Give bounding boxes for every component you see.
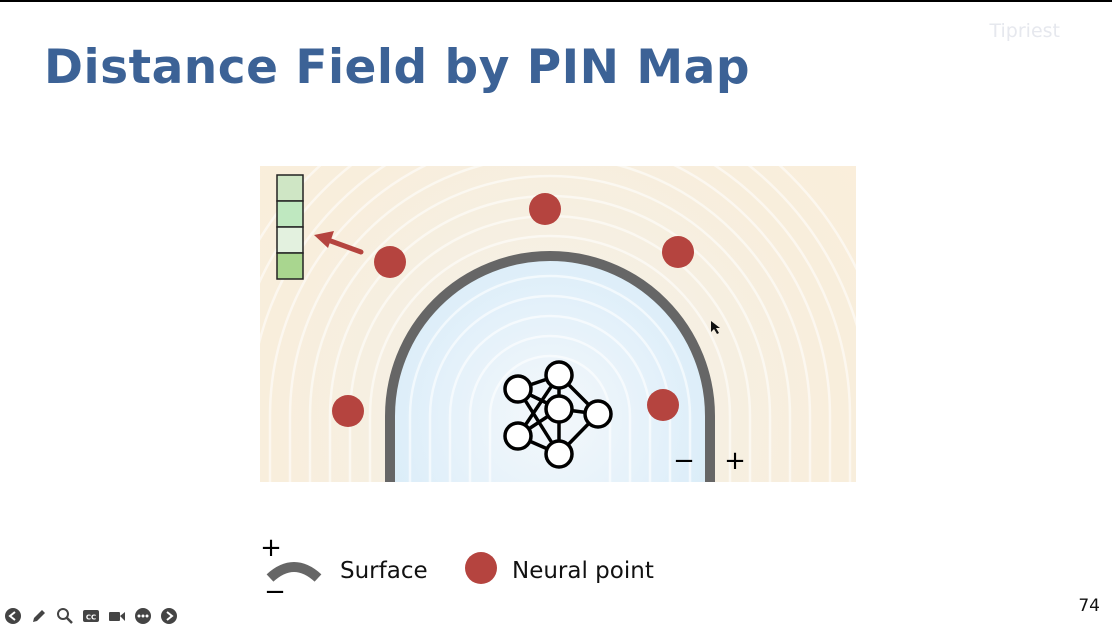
neural-point [647,389,679,421]
zoom-icon[interactable] [54,606,76,626]
feature-vector [276,174,304,280]
inside-sign: − [673,446,695,476]
more-icon[interactable] [132,606,154,626]
pen-icon[interactable] [28,606,50,626]
legend-surface-minus: − [264,577,286,604]
watermark: Tipriest [989,20,1061,42]
legend-surface-label: Surface [340,558,428,584]
svg-text:CC: CC [86,614,96,622]
legend: + − Surface Neural point [258,534,678,604]
neural-point [332,395,364,427]
legend-neural-point-icon [465,552,497,584]
previous-icon[interactable] [2,606,24,626]
neural-point [662,236,694,268]
camera-icon[interactable] [106,606,128,626]
legend-neural-point-label: Neural point [512,558,654,584]
neural-point [374,246,406,278]
captions-icon[interactable]: CC [80,606,102,626]
outside-sign: + [724,446,746,476]
neural-point [529,193,561,225]
next-icon[interactable] [158,606,180,626]
top-border [0,0,1112,2]
page-number: 74 [1078,596,1100,616]
slide-title: Distance Field by PIN Map [44,40,750,95]
presenter-toolbar: CC [2,606,180,626]
distance-field-figure: − + [260,166,856,482]
legend-surface-plus: + [260,534,282,563]
